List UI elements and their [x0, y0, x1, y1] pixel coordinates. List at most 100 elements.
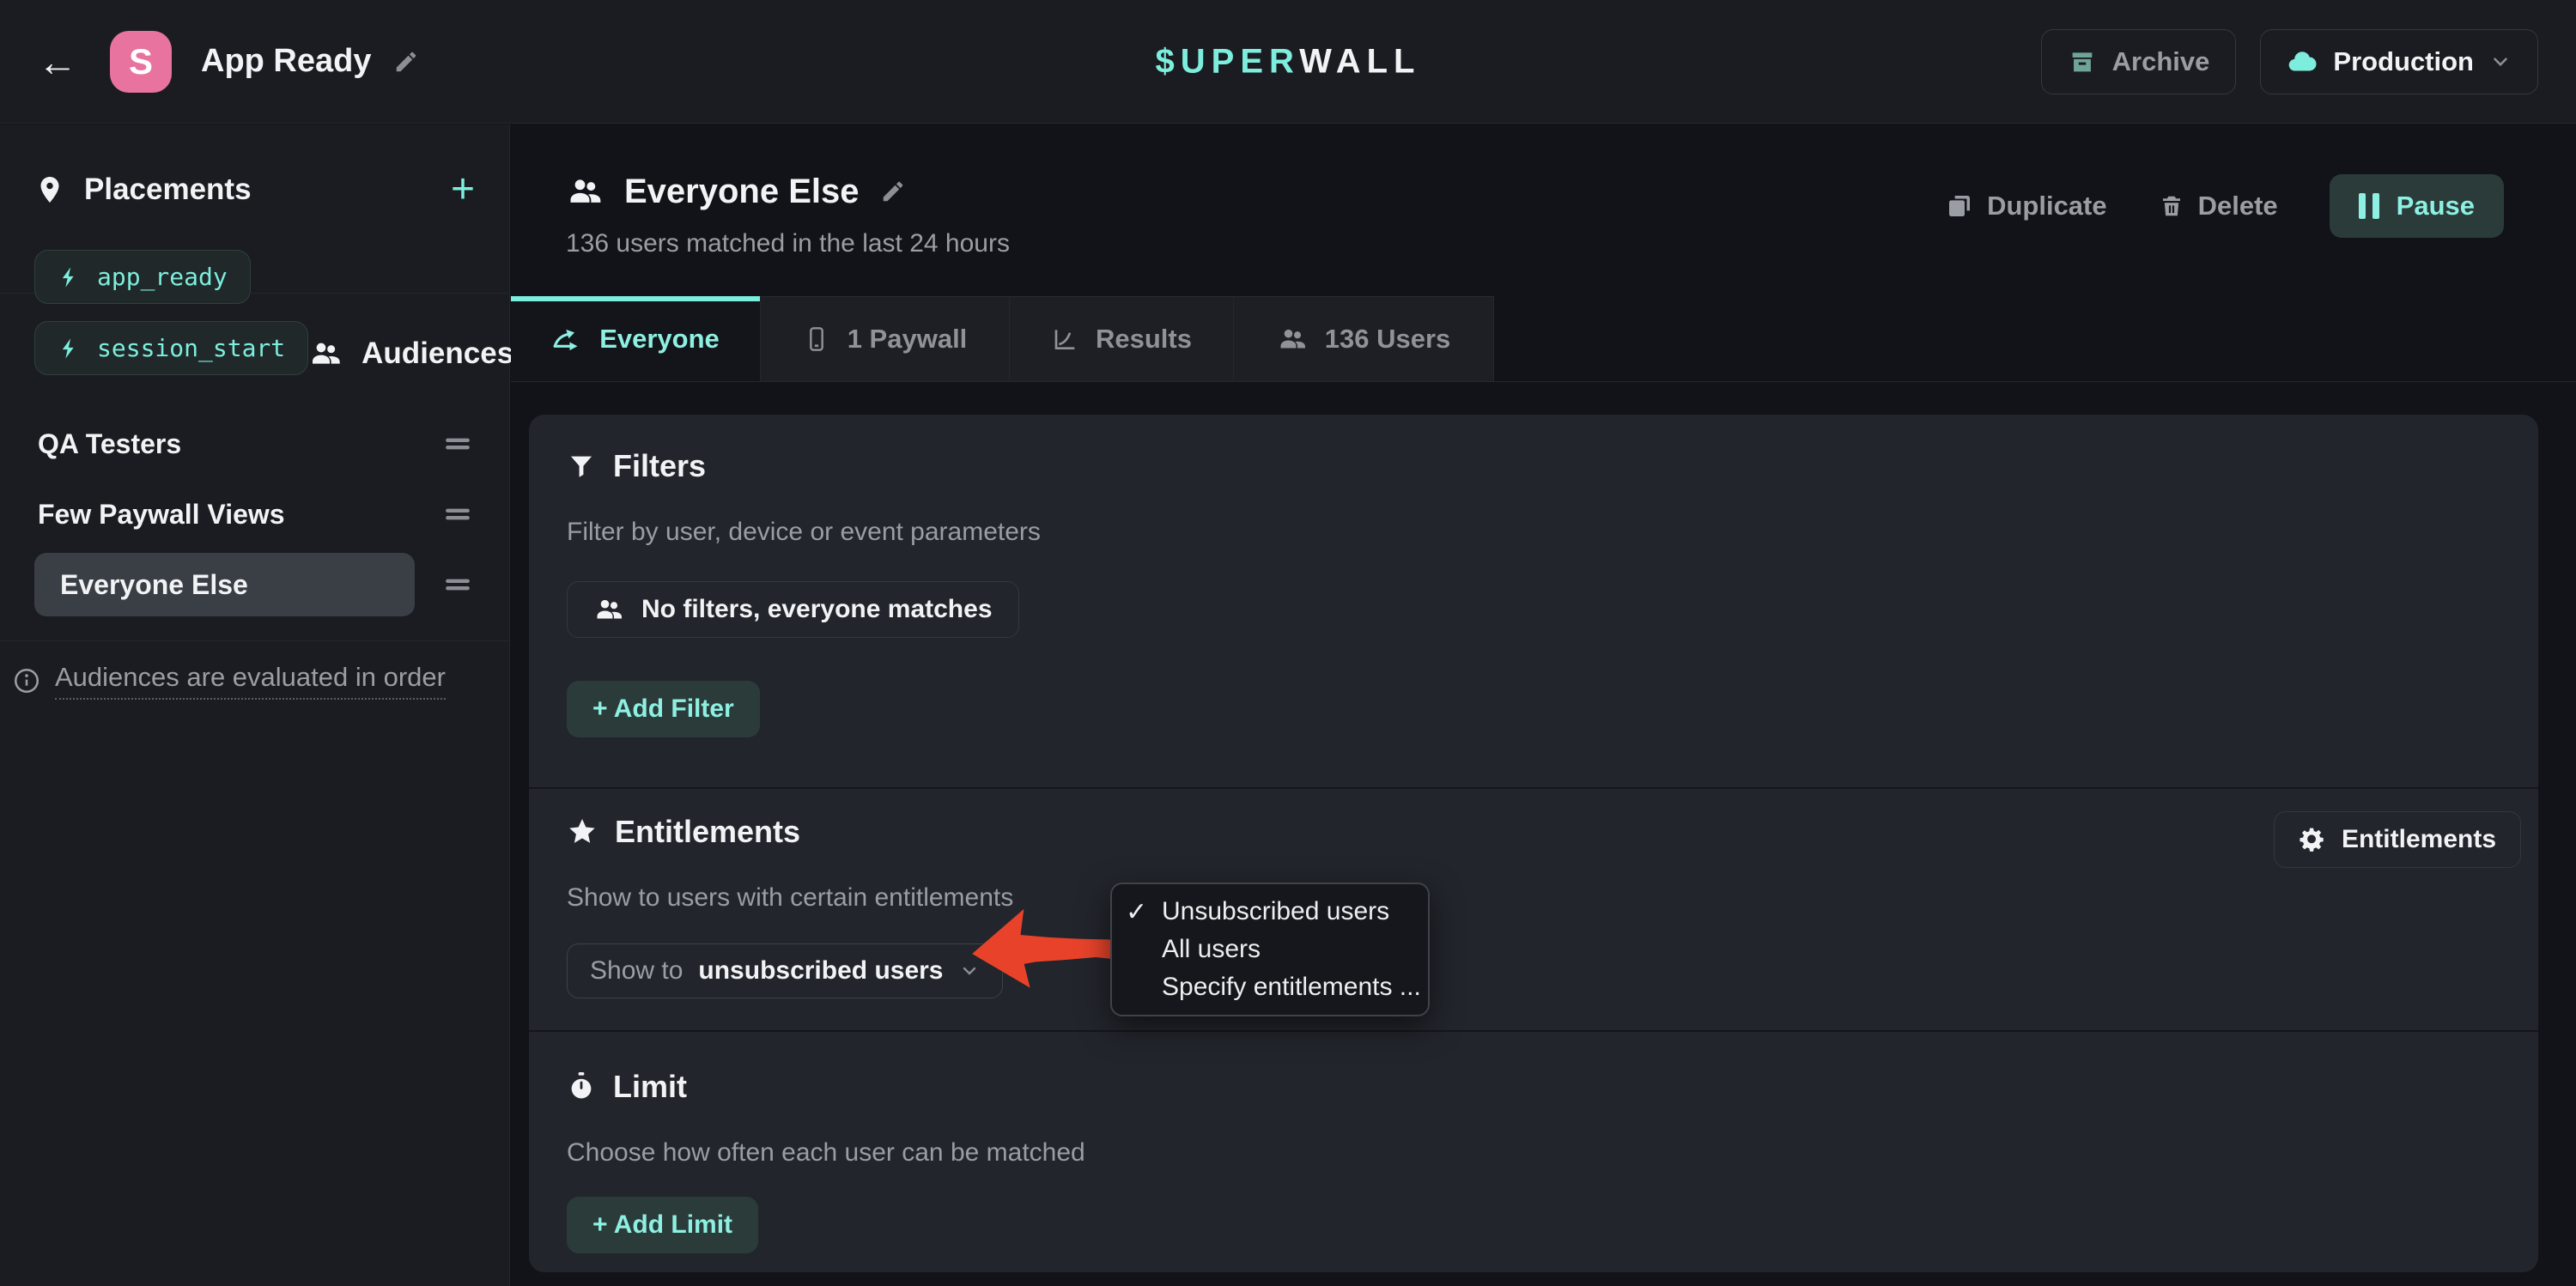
- note-text: Audiences are evaluated in order: [55, 662, 446, 700]
- bolt-icon: [58, 265, 82, 289]
- tab-label: 1 Paywall: [848, 324, 968, 355]
- bolt-icon: [58, 337, 82, 361]
- add-limit-button[interactable]: + Add Limit: [567, 1197, 758, 1253]
- delete-label: Delete: [2198, 191, 2278, 221]
- superwall-logo: $UPERWALL: [1156, 42, 1421, 81]
- menu-item-all-users[interactable]: All users: [1112, 931, 1428, 968]
- audiences-title: Audiences: [361, 337, 513, 371]
- menu-item-label: Specify entitlements ...: [1162, 973, 1421, 1002]
- phone-icon: [803, 325, 830, 354]
- dropdown-value: unsubscribed users: [698, 956, 943, 986]
- menu-item-label: All users: [1162, 935, 1261, 964]
- no-filters-chip[interactable]: No filters, everyone matches: [567, 581, 1019, 638]
- audience-label: Few Paywall Views: [34, 499, 285, 531]
- audience-label: Everyone Else: [57, 569, 248, 601]
- back-button[interactable]: ←: [38, 42, 77, 82]
- dropdown-prefix: Show to: [590, 956, 683, 986]
- audience-item-everyone-else[interactable]: Everyone Else: [34, 549, 475, 620]
- add-filter-button[interactable]: + Add Filter: [567, 681, 760, 737]
- archive-label: Archive: [2112, 46, 2210, 77]
- archive-button[interactable]: Archive: [2041, 29, 2237, 94]
- info-icon: [12, 666, 41, 695]
- placement-item-session-start[interactable]: session_start: [34, 321, 308, 375]
- entitlements-subtitle: Show to users with certain entitlements: [567, 883, 2500, 913]
- add-placement-button[interactable]: +: [451, 169, 475, 210]
- manage-entitlements-button[interactable]: Entitlements: [2274, 811, 2521, 868]
- duplicate-icon: [1946, 192, 1973, 220]
- gear-icon: [2299, 826, 2326, 853]
- placements-title: Placements: [84, 173, 252, 207]
- entitlements-dropdown-menu: ✓ Unsubscribed users All users Specify e…: [1110, 883, 1430, 1016]
- archive-icon: [2068, 47, 2097, 76]
- limit-title: Limit: [613, 1069, 687, 1105]
- menu-item-specify-entitlements[interactable]: Specify entitlements ...: [1112, 968, 1428, 1006]
- stopwatch-icon: [567, 1071, 596, 1103]
- top-bar: ← S App Ready $UPERWALL Archive Producti…: [0, 0, 2576, 124]
- audience-label: QA Testers: [34, 428, 181, 460]
- menu-item-label: Unsubscribed users: [1162, 897, 1389, 926]
- tab-label: 136 Users: [1325, 324, 1451, 355]
- audience-item-few-paywall-views[interactable]: Few Paywall Views: [34, 479, 475, 549]
- page-title: Everyone Else: [624, 173, 860, 211]
- tab-label: Results: [1096, 324, 1192, 355]
- tab-users[interactable]: 136 Users: [1234, 296, 1494, 381]
- filters-title: Filters: [613, 448, 706, 484]
- duplicate-label: Duplicate: [1987, 191, 2107, 221]
- edit-app-title-icon[interactable]: [393, 49, 419, 75]
- edit-audience-name-icon[interactable]: [880, 179, 906, 204]
- star-icon: [567, 816, 598, 847]
- placement-pin-icon: [34, 174, 65, 205]
- placement-item-app-ready[interactable]: app_ready: [34, 250, 251, 304]
- manage-entitlements-label: Entitlements: [2342, 825, 2496, 854]
- app-logo[interactable]: S: [110, 31, 172, 93]
- environment-selector[interactable]: Production: [2260, 29, 2538, 94]
- audiences-people-icon: [308, 337, 343, 371]
- menu-item-unsubscribed-users[interactable]: ✓ Unsubscribed users: [1112, 893, 1428, 931]
- drag-handle-icon[interactable]: [440, 567, 475, 602]
- audience-item-qa-testers[interactable]: QA Testers: [34, 409, 475, 479]
- annotation-arrow: [967, 897, 1125, 998]
- pause-icon: [2359, 193, 2379, 219]
- trash-icon: [2159, 192, 2184, 220]
- drag-handle-icon[interactable]: [440, 427, 475, 461]
- duplicate-button[interactable]: Duplicate: [1946, 191, 2107, 221]
- logo-rest: WALL: [1299, 42, 1420, 80]
- drag-handle-icon[interactable]: [440, 497, 475, 531]
- sidebar-divider: [0, 640, 509, 641]
- chart-icon: [1051, 325, 1078, 353]
- logo-accent: $UPER: [1156, 42, 1300, 80]
- chevron-down-icon: [2489, 51, 2512, 73]
- tab-results[interactable]: Results: [1010, 296, 1234, 381]
- chip-people-icon: [593, 594, 624, 625]
- filters-section: Filters Filter by user, device or event …: [529, 415, 2538, 789]
- tab-label: Everyone: [599, 324, 720, 355]
- cloud-icon: [2287, 46, 2318, 77]
- entitlements-title: Entitlements: [615, 814, 800, 850]
- audience-settings-card: Filters Filter by user, device or event …: [529, 415, 2538, 1272]
- tab-bar: Everyone 1 Paywall Results 136 Users: [511, 296, 2576, 382]
- split-arrows-icon: [551, 325, 582, 354]
- app-logo-initial: S: [129, 41, 153, 82]
- show-to-dropdown[interactable]: Show to unsubscribed users: [567, 943, 1003, 998]
- pause-label: Pause: [2397, 191, 2475, 221]
- sidebar: Placements + app_ready session_start: [0, 124, 510, 1286]
- limit-subtitle: Choose how often each user can be matche…: [567, 1138, 2500, 1168]
- environment-label: Production: [2333, 46, 2474, 77]
- limit-section: Limit Choose how often each user can be …: [529, 1032, 2538, 1272]
- users-icon: [1277, 324, 1308, 355]
- audience-people-icon: [566, 173, 604, 210]
- filters-subtitle: Filter by user, device or event paramete…: [567, 518, 2500, 547]
- funnel-icon: [567, 452, 596, 481]
- placement-label: app_ready: [97, 263, 228, 291]
- app-title: App Ready: [201, 43, 371, 80]
- check-icon: ✓: [1126, 897, 1147, 927]
- main-content: Everyone Else 136 users matched in the l…: [511, 124, 2576, 1286]
- tab-paywall[interactable]: 1 Paywall: [761, 296, 1010, 381]
- placement-label: session_start: [97, 334, 285, 362]
- pause-button[interactable]: Pause: [2330, 174, 2504, 238]
- chip-label: No filters, everyone matches: [641, 595, 993, 624]
- tab-everyone[interactable]: Everyone: [511, 296, 761, 381]
- entitlements-section: Entitlements Show to users with certain …: [529, 789, 2538, 1032]
- delete-button[interactable]: Delete: [2159, 191, 2278, 221]
- audiences-order-note[interactable]: Audiences are evaluated in order: [0, 662, 509, 700]
